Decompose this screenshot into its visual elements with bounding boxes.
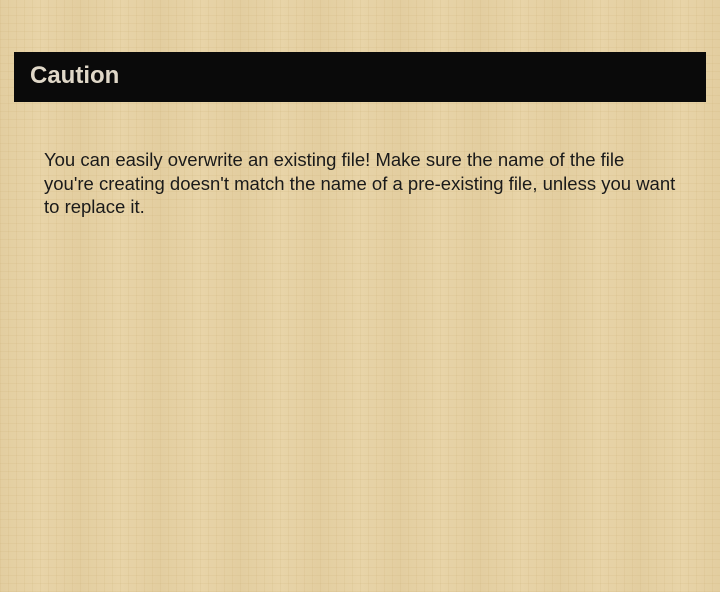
slide-title: Caution — [30, 62, 119, 89]
slide-body-text: You can easily overwrite an existing fil… — [44, 148, 676, 219]
slide-title-bar: Caution — [14, 52, 706, 102]
